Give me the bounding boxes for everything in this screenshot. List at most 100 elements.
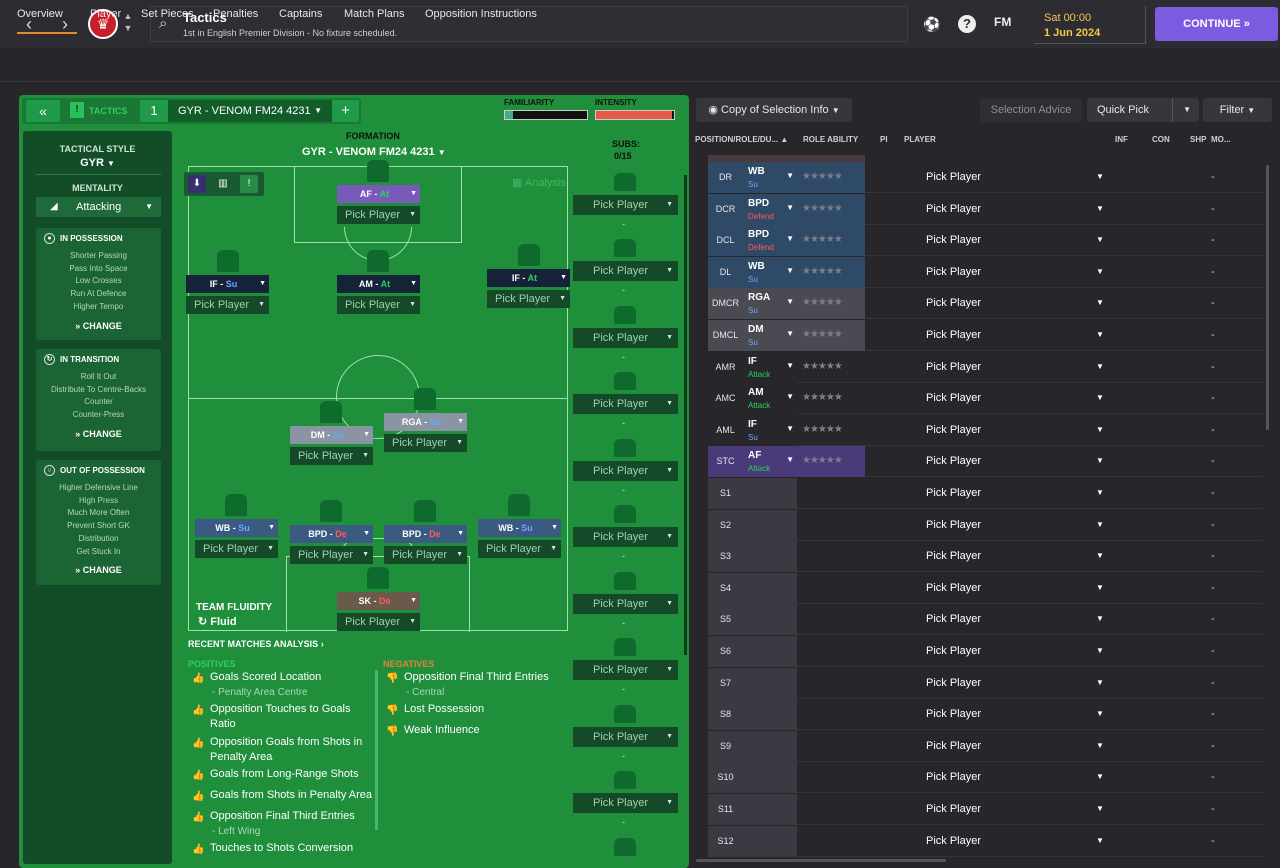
sub-pick-player-dropdown[interactable]: Pick Player ▼: [573, 793, 678, 813]
table-row[interactable]: S10 Pick Player ▼ -: [708, 762, 1262, 794]
club-switch-icon[interactable]: ▲ ▼: [122, 10, 134, 34]
football-icon[interactable]: ⚽: [922, 14, 942, 34]
pick-player-dropdown[interactable]: Pick Player ▼: [926, 297, 1104, 309]
pick-player-dropdown[interactable]: Pick Player ▼: [926, 234, 1104, 246]
pick-player-dropdown[interactable]: Pick Player ▼: [926, 740, 1104, 752]
role-selector[interactable]: AM - At ▼: [337, 275, 420, 293]
tab-player[interactable]: Player: [90, 8, 121, 34]
column-header-con[interactable]: CON: [1152, 135, 1170, 144]
bar-chart-icon[interactable]: ▥: [214, 175, 232, 193]
pick-player-dropdown[interactable]: Pick Player ▼: [926, 803, 1104, 815]
table-row[interactable]: S4 Pick Player ▼ -: [708, 572, 1262, 604]
pick-player-dropdown[interactable]: Pick Player ▼: [926, 266, 1104, 278]
out-of-possession-change-button[interactable]: » CHANGE: [36, 565, 161, 575]
table-row[interactable]: DMCR RGA Su ▼ ★★★★★ Pick Player ▼ -: [708, 288, 1262, 320]
pick-player-dropdown[interactable]: Pick Player ▼: [926, 392, 1104, 404]
date-display[interactable]: Sat 00:00 1 Jun 2024: [1034, 6, 1146, 44]
sub-pick-player-dropdown[interactable]: Pick Player ▼: [573, 261, 678, 281]
pick-player-dropdown[interactable]: Pick Player ▼: [195, 540, 278, 558]
continue-button[interactable]: CONTINUE »: [1155, 7, 1278, 41]
pick-player-dropdown[interactable]: Pick Player ▼: [337, 613, 420, 631]
familiarity-bar[interactable]: [504, 110, 588, 120]
scrollbar[interactable]: [375, 670, 378, 830]
role-duty-selector[interactable]: BPD Defend ▼: [743, 225, 797, 257]
pick-player-dropdown[interactable]: Pick Player ▼: [926, 424, 1104, 436]
role-selector[interactable]: IF - At ▼: [487, 269, 570, 287]
pick-player-dropdown[interactable]: Pick Player ▼: [926, 203, 1104, 215]
column-header-role-ability[interactable]: ROLE ABILITY: [803, 135, 858, 144]
column-header-position[interactable]: POSITION/ROLE/DU... ▲: [695, 135, 788, 144]
column-header-morale[interactable]: MO...: [1211, 135, 1231, 144]
info-icon[interactable]: !: [240, 175, 258, 193]
role-duty-selector[interactable]: BPD Defend ▼: [743, 193, 797, 225]
role-duty-selector[interactable]: AF Attack ▼: [743, 446, 797, 478]
pick-player-dropdown[interactable]: Pick Player ▼: [337, 296, 420, 314]
column-header-inf[interactable]: INF: [1115, 135, 1128, 144]
pick-player-dropdown[interactable]: Pick Player ▼: [926, 613, 1104, 625]
table-row[interactable]: S7 Pick Player ▼ -: [708, 667, 1262, 699]
table-row[interactable]: DCL BPD Defend ▼ ★★★★★ Pick Player ▼ -: [708, 225, 1262, 257]
collapse-icon[interactable]: «: [26, 100, 60, 122]
pick-player-dropdown[interactable]: Pick Player ▼: [186, 296, 269, 314]
column-header-pi[interactable]: PI: [880, 135, 888, 144]
analysis-button[interactable]: ▦ Analysis: [512, 176, 566, 189]
table-row[interactable]: DMCL DM Su ▼ ★★★★★ Pick Player ▼ -: [708, 320, 1262, 351]
table-scrollbar[interactable]: [1266, 165, 1269, 430]
pick-player-dropdown[interactable]: Pick Player ▼: [926, 645, 1104, 657]
sub-pick-player-dropdown[interactable]: Pick Player ▼: [573, 527, 678, 547]
subs-scrollbar[interactable]: [684, 175, 687, 655]
table-h-scrollbar[interactable]: [696, 859, 946, 862]
table-row[interactable]: STC AF Attack ▼ ★★★★★ Pick Player ▼ -: [708, 446, 1262, 478]
table-row[interactable]: S9 Pick Player ▼ -: [708, 730, 1262, 762]
pick-player-dropdown[interactable]: Pick Player ▼: [926, 708, 1104, 720]
pick-player-dropdown[interactable]: Pick Player ▼: [926, 677, 1104, 689]
pick-player-dropdown[interactable]: Pick Player ▼: [384, 434, 467, 452]
role-duty-selector[interactable]: WB Su ▼: [743, 162, 797, 193]
pick-player-dropdown[interactable]: Pick Player ▼: [926, 771, 1104, 783]
tab-opposition-instructions[interactable]: Opposition Instructions: [425, 8, 537, 34]
add-tactic-button[interactable]: +: [332, 100, 359, 122]
filter-dropdown[interactable]: Filter ▼: [1203, 98, 1272, 122]
pick-player-dropdown[interactable]: Pick Player ▼: [926, 835, 1104, 847]
formation-dropdown[interactable]: GYR - VENOM FM24 4231 ▼: [302, 146, 446, 158]
table-row[interactable]: AMC AM Attack ▼ ★★★★★ Pick Player ▼ -: [708, 383, 1262, 415]
selection-advice-button[interactable]: Selection Advice: [980, 98, 1082, 122]
role-selector[interactable]: BPD - De ▼: [384, 525, 467, 543]
tab-penalties[interactable]: Penalties: [213, 8, 258, 34]
role-duty-selector[interactable]: IF Attack ▼: [743, 351, 797, 383]
tactic-name-dropdown[interactable]: GYR - VENOM FM24 4231 ▼: [168, 100, 332, 122]
tab-captains[interactable]: Captains: [279, 8, 322, 34]
role-duty-selector[interactable]: DM Su ▼: [743, 320, 797, 351]
mentality-dropdown[interactable]: Attacking ◢ ▼: [36, 197, 161, 217]
tactic-slot-number[interactable]: 1: [140, 100, 168, 122]
pick-player-dropdown[interactable]: Pick Player ▼: [926, 487, 1104, 499]
table-row[interactable]: S11 Pick Player ▼ -: [708, 794, 1262, 825]
pick-player-dropdown[interactable]: Pick Player ▼: [290, 447, 373, 465]
pick-player-dropdown[interactable]: Pick Player ▼: [926, 519, 1104, 531]
tab-match-plans[interactable]: Match Plans: [344, 8, 405, 34]
sub-pick-player-dropdown[interactable]: Pick Player ▼: [573, 195, 678, 215]
role-selector[interactable]: IF - Su ▼: [186, 275, 269, 293]
copy-selection-info-dropdown[interactable]: ◉ Copy of Selection Info ▼: [696, 98, 852, 122]
pick-player-dropdown[interactable]: Pick Player ▼: [926, 582, 1104, 594]
table-row[interactable]: S5 Pick Player ▼ -: [708, 604, 1262, 636]
column-header-shp[interactable]: SHP: [1190, 135, 1206, 144]
sub-pick-player-dropdown[interactable]: Pick Player ▼: [573, 461, 678, 481]
role-duty-selector[interactable]: WB Su ▼: [743, 256, 797, 288]
sub-pick-player-dropdown[interactable]: Pick Player ▼: [573, 594, 678, 614]
pick-player-dropdown[interactable]: Pick Player ▼: [487, 290, 570, 308]
sub-pick-player-dropdown[interactable]: Pick Player ▼: [573, 660, 678, 680]
role-duty-selector[interactable]: IF Su ▼: [743, 414, 797, 446]
sub-pick-player-dropdown[interactable]: Pick Player ▼: [573, 727, 678, 747]
table-row[interactable]: DL WB Su ▼ ★★★★★ Pick Player ▼ -: [708, 256, 1262, 288]
table-row[interactable]: S12 Pick Player ▼ -: [708, 825, 1262, 857]
role-duty-selector[interactable]: RGA Su ▼: [743, 288, 797, 320]
table-row[interactable]: S3 Pick Player ▼ -: [708, 541, 1262, 573]
role-selector[interactable]: WB - Su ▼: [195, 519, 278, 537]
table-row[interactable]: S8 Pick Player ▼ -: [708, 699, 1262, 731]
pick-player-dropdown[interactable]: Pick Player ▼: [337, 206, 420, 224]
pick-player-dropdown[interactable]: Pick Player ▼: [926, 329, 1104, 341]
pick-player-dropdown[interactable]: Pick Player ▼: [478, 540, 561, 558]
table-row[interactable]: DR WB Su ▼ ★★★★★ Pick Player ▼ -: [708, 162, 1262, 193]
pick-player-dropdown[interactable]: Pick Player ▼: [290, 546, 373, 564]
